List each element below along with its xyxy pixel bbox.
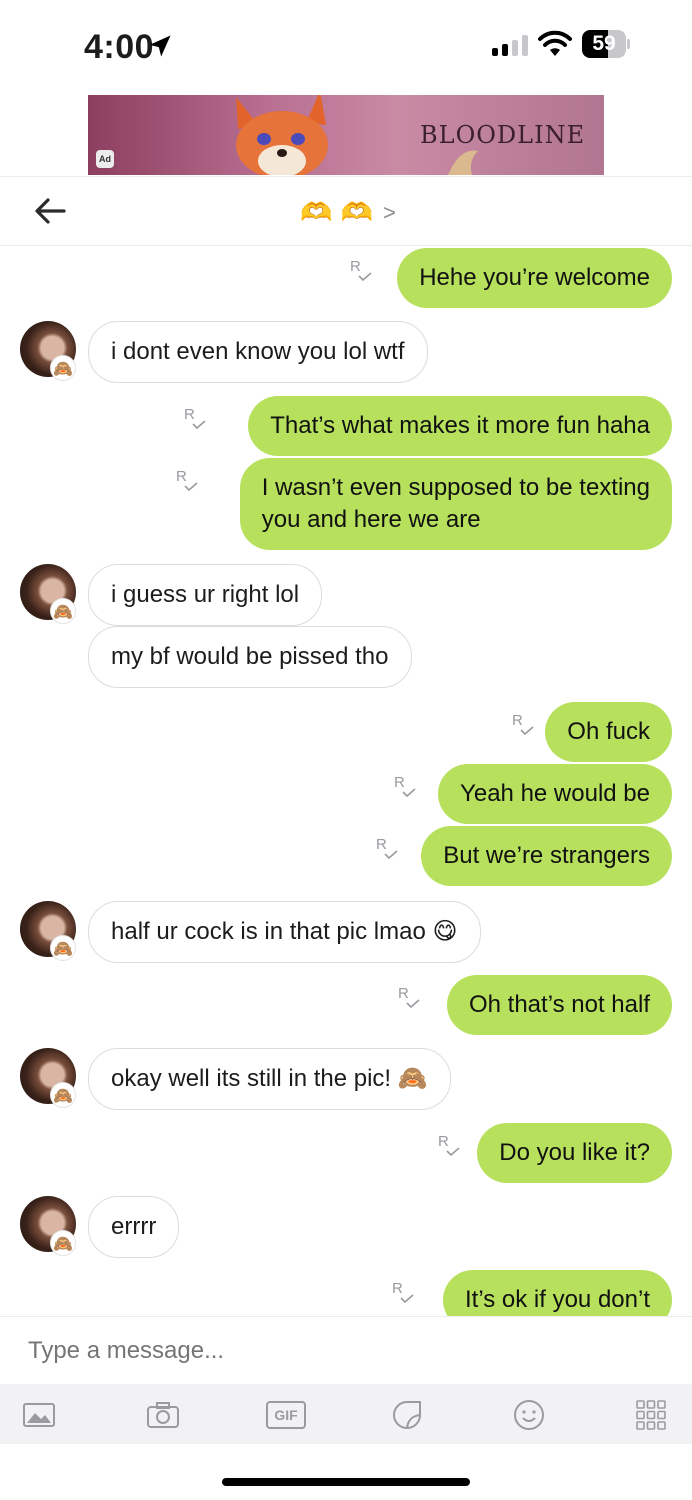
incoming-message-row: my bf would be pissed tho	[0, 626, 692, 688]
message-bubble[interactable]: i guess ur right lol	[88, 564, 323, 626]
fox-character-image	[236, 95, 328, 175]
emoji-icon[interactable]	[512, 1398, 546, 1432]
avatar[interactable]: 🙈	[20, 1048, 76, 1108]
chat-header: 🫶 🫶 >	[0, 176, 692, 246]
status-time: 4:00	[84, 28, 155, 66]
message-bubble[interactable]: Oh that’s not half	[446, 975, 672, 1035]
sticker-icon[interactable]	[390, 1398, 424, 1432]
battery-level: 59	[592, 32, 616, 55]
outgoing-message-row: Oh fuck R	[0, 702, 692, 762]
battery-icon: 59	[582, 30, 630, 58]
avatar[interactable]: 🙈	[20, 321, 76, 381]
location-arrow-icon	[149, 35, 171, 57]
read-receipt-icon: R	[438, 1133, 462, 1159]
ad-banner[interactable]: BLOODLINE Ad	[88, 95, 604, 175]
avatar-status-badge: 🙈	[50, 935, 76, 961]
read-receipt-icon: R	[394, 774, 418, 800]
cellular-signal-icon	[492, 34, 528, 56]
incoming-message-row: 🙈 i guess ur right lol	[0, 564, 692, 626]
message-bubble[interactable]: half ur cock is in that pic lmao 😋	[88, 901, 481, 963]
read-receipt-icon: R	[376, 836, 400, 862]
outgoing-message-row: Do you like it? R	[0, 1123, 692, 1183]
message-bubble[interactable]: errrr	[88, 1196, 180, 1258]
outgoing-message-row: That’s what makes it more fun haha R	[0, 396, 692, 456]
read-receipt-icon: R	[184, 406, 208, 432]
message-bubble[interactable]: Hehe you’re welcome	[397, 248, 672, 308]
message-bubble[interactable]: But we’re strangers	[421, 826, 672, 886]
incoming-message-row: 🙈 i dont even know you lol wtf	[0, 321, 692, 383]
incoming-message-row: 🙈 okay well its still in the pic! 🙈	[0, 1048, 692, 1110]
message-bubble[interactable]: i dont even know you lol wtf	[88, 321, 428, 383]
message-bubble[interactable]: It’s ok if you don’t	[443, 1270, 672, 1316]
gif-icon[interactable]: GIF	[266, 1401, 306, 1429]
avatar-status-badge: 🙈	[50, 1082, 76, 1108]
message-bubble[interactable]: I wasn’t even supposed to be texting you…	[239, 458, 672, 550]
camera-icon[interactable]	[146, 1398, 180, 1432]
read-receipt-icon: R	[392, 1280, 416, 1306]
avatar-status-badge: 🙈	[50, 1230, 76, 1256]
read-receipt-icon: R	[350, 258, 374, 284]
message-bubble[interactable]: That’s what makes it more fun haha	[248, 396, 672, 456]
outgoing-message-row: I wasn’t even supposed to be texting you…	[0, 458, 692, 550]
outgoing-message-row: It’s ok if you don’t R	[0, 1270, 692, 1316]
avatar-status-badge: 🙈	[50, 355, 76, 381]
read-receipt-icon: R	[176, 468, 200, 494]
avatar[interactable]: 🙈	[20, 1196, 76, 1256]
message-list[interactable]: Hehe you’re welcome R 🙈 i dont even know yo…	[0, 246, 692, 1316]
status-bar: 4:00 59	[0, 0, 692, 95]
message-input[interactable]	[28, 1337, 628, 1365]
chat-title-button[interactable]: 🫶 🫶 >	[300, 197, 396, 229]
incoming-message-row: 🙈 half ur cock is in that pic lmao 😋	[0, 901, 692, 963]
outgoing-message-row: Yeah he would be R	[0, 764, 692, 824]
avatar-status-badge: 🙈	[50, 598, 76, 624]
read-receipt-icon: R	[512, 712, 536, 738]
message-bubble[interactable]: Do you like it?	[477, 1123, 672, 1183]
composer	[0, 1316, 692, 1384]
message-bubble[interactable]: okay well its still in the pic! 🙈	[88, 1048, 451, 1110]
chevron-right-icon: >	[383, 200, 396, 225]
back-arrow-icon[interactable]	[30, 193, 70, 229]
read-receipt-icon: R	[398, 985, 422, 1011]
ad-badge: Ad	[96, 150, 114, 168]
avatar[interactable]: 🙈	[20, 564, 76, 624]
ad-title: BLOODLINE	[420, 121, 586, 149]
incoming-message-row: 🙈 errrr	[0, 1196, 692, 1258]
outgoing-message-row: Hehe you’re welcome R	[0, 248, 692, 308]
outgoing-message-row: Oh that’s not half R	[0, 975, 692, 1035]
photo-icon[interactable]	[22, 1398, 56, 1432]
outgoing-message-row: But we’re strangers R	[0, 826, 692, 886]
message-bubble[interactable]: Yeah he would be	[438, 764, 672, 824]
grid-icon[interactable]	[634, 1398, 668, 1432]
avatar[interactable]: 🙈	[20, 901, 76, 961]
wifi-icon	[538, 30, 572, 56]
ad-decoration	[448, 150, 478, 175]
composer-toolbar: GIF	[0, 1384, 692, 1444]
message-bubble[interactable]: my bf would be pissed tho	[88, 626, 412, 688]
chat-title: 🫶 🫶	[300, 198, 374, 228]
home-indicator	[222, 1478, 470, 1486]
message-bubble[interactable]: Oh fuck	[545, 702, 672, 762]
